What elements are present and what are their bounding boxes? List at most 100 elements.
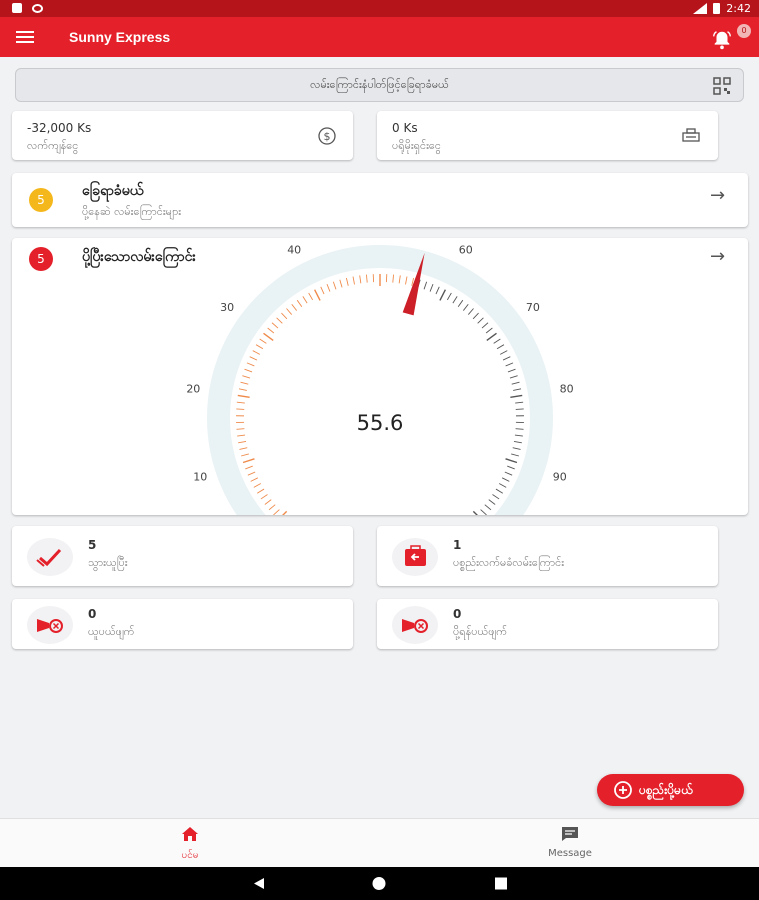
- gauge-tick: [281, 312, 288, 320]
- gauge-tick: [481, 322, 489, 329]
- gauge-tick: [256, 488, 265, 494]
- gauge-tick: [332, 281, 337, 290]
- stat-value: 1: [453, 538, 462, 552]
- gauge-tick: [485, 327, 493, 334]
- home-button-icon[interactable]: [359, 867, 399, 900]
- gauge-tick: [240, 381, 249, 385]
- nav-home[interactable]: ပင်မ: [0, 819, 380, 868]
- gauge-tick: [345, 277, 349, 286]
- cancel-megaphone-icon: [37, 619, 63, 633]
- gauge-tick: [268, 504, 276, 511]
- gauge-tick: [236, 408, 245, 410]
- gauge-tick: [314, 289, 321, 301]
- gauge-tick: [238, 388, 247, 391]
- gauge-tick: [244, 368, 253, 373]
- gauge-tick-label: 40: [287, 244, 301, 257]
- gauge-tick: [250, 477, 259, 482]
- gauge-tick: [236, 401, 245, 404]
- arrow-right-icon[interactable]: →: [710, 185, 725, 206]
- gauge-tick: [239, 447, 248, 450]
- gauge-tick: [398, 275, 401, 284]
- svg-text:$: $: [324, 130, 331, 143]
- gauge-tick: [515, 408, 524, 410]
- gauge-tick: [423, 281, 428, 290]
- gauge-tick: [271, 322, 279, 329]
- gauge-tick: [505, 458, 518, 464]
- gauge-tick: [486, 332, 497, 341]
- gauge-tick: [252, 350, 261, 355]
- gauge-tick: [511, 453, 520, 457]
- gauge-tick: [502, 356, 511, 361]
- gauge-tick: [493, 338, 501, 344]
- gauge-tick: [484, 504, 492, 511]
- bottom-navigation: ပင်မ Message: [0, 818, 759, 867]
- gauge-value: 55.6: [357, 411, 404, 435]
- stat-card-rejected[interactable]: 1 ပစ္စည်းလက်မခံလမ်းကြောင်း: [377, 526, 718, 586]
- nav-home-label: ပင်မ: [181, 850, 199, 861]
- delivered-gauge-card: 5 ပို့ပြီးသောလမ်းကြောင်း → 0102030405060…: [12, 238, 748, 515]
- promotion-label: ပရိုမိုးရှင်းငွေ: [392, 139, 441, 152]
- gauge-tick: [249, 356, 258, 361]
- gauge-tick: [302, 296, 308, 304]
- gauge-tick: [509, 375, 518, 379]
- status-time: 2:42: [726, 2, 751, 15]
- gauge-tick: [488, 499, 496, 505]
- gauge-tick: [405, 276, 408, 285]
- gauge-tick: [457, 299, 464, 307]
- gauge-tick: [472, 312, 479, 320]
- gauge-tick: [514, 434, 523, 437]
- gauge-tick: [498, 483, 507, 488]
- gauge-tick: [492, 494, 500, 500]
- cash-register-icon: [682, 128, 700, 142]
- promotion-value: 0 Ks: [392, 121, 418, 135]
- gauge-tick: [472, 510, 478, 515]
- gauge-tick: [366, 274, 368, 283]
- gauge-tick: [264, 499, 272, 505]
- gauge-tick: [247, 471, 256, 476]
- gauge-tick: [246, 362, 255, 367]
- nav-message[interactable]: Message: [380, 819, 759, 868]
- app-title: Sunny Express: [69, 29, 171, 45]
- promotion-balance-card: 0 Ks ပရိုမိုးရှင်းငွေ: [377, 111, 718, 160]
- gauge-tick: [511, 381, 520, 385]
- menu-icon[interactable]: [16, 28, 38, 46]
- dollar-coin-icon: $: [318, 127, 336, 145]
- gauge-tick-label: 70: [526, 301, 540, 314]
- search-placeholder: လမ်းကြောင်းနံပါတ်ဖြင့်ခြေရာခံမယ်: [310, 78, 449, 91]
- stat-card-pickup-cancelled[interactable]: 0 ယူပယ်ဖျက်: [12, 599, 353, 649]
- return-box-icon: [405, 545, 426, 566]
- send-package-label: ပစ္စည်းပို့မယ်: [639, 783, 693, 797]
- nav-message-label: Message: [548, 848, 592, 859]
- qr-code-icon[interactable]: [713, 77, 731, 95]
- gauge-tick: [477, 317, 484, 324]
- back-icon[interactable]: [238, 867, 278, 900]
- notification-badge: 0: [737, 24, 751, 38]
- tracking-search-input[interactable]: လမ်းကြောင်းနံပါတ်ဖြင့်ခြေရာခံမယ်: [15, 68, 744, 102]
- gauge-tick: [240, 453, 249, 457]
- gauge-tick: [446, 292, 452, 301]
- stat-value: 5: [88, 538, 97, 552]
- gauge-tick: [291, 303, 298, 311]
- gauge-tick-label: 80: [560, 382, 574, 395]
- stat-value: 0: [88, 607, 97, 621]
- gauge-tick: [260, 494, 268, 500]
- gauge-tick: [496, 344, 505, 350]
- gauge-tick: [253, 483, 262, 488]
- message-icon: [562, 827, 578, 841]
- battery-icon: [713, 3, 721, 14]
- stat-card-picked-up[interactable]: 5 သွားယူပြီး: [12, 526, 353, 586]
- signal-icon: [693, 3, 708, 14]
- gauge-tick: [435, 286, 440, 295]
- send-package-button[interactable]: ပစ္စည်းပို့မယ်: [597, 774, 744, 806]
- gauge-track: [207, 245, 553, 515]
- tracking-card[interactable]: 5 ခြေရာခံမယ် ပို့နေဆဲ လမ်းကြောင်းများ →: [12, 173, 748, 227]
- system-navigation-bar: [0, 867, 759, 900]
- gauge-tick: [359, 275, 362, 284]
- bell-icon[interactable]: [711, 29, 733, 51]
- recents-icon[interactable]: [481, 867, 521, 900]
- gauge-tick-label: 10: [193, 470, 207, 483]
- gauge-tick: [505, 362, 514, 367]
- icon-circle: [27, 606, 73, 644]
- stat-card-delivery-cancelled[interactable]: 0 ပို့ရန်ပယ်ဖျက်: [377, 599, 718, 649]
- gauge-tick: [308, 292, 314, 301]
